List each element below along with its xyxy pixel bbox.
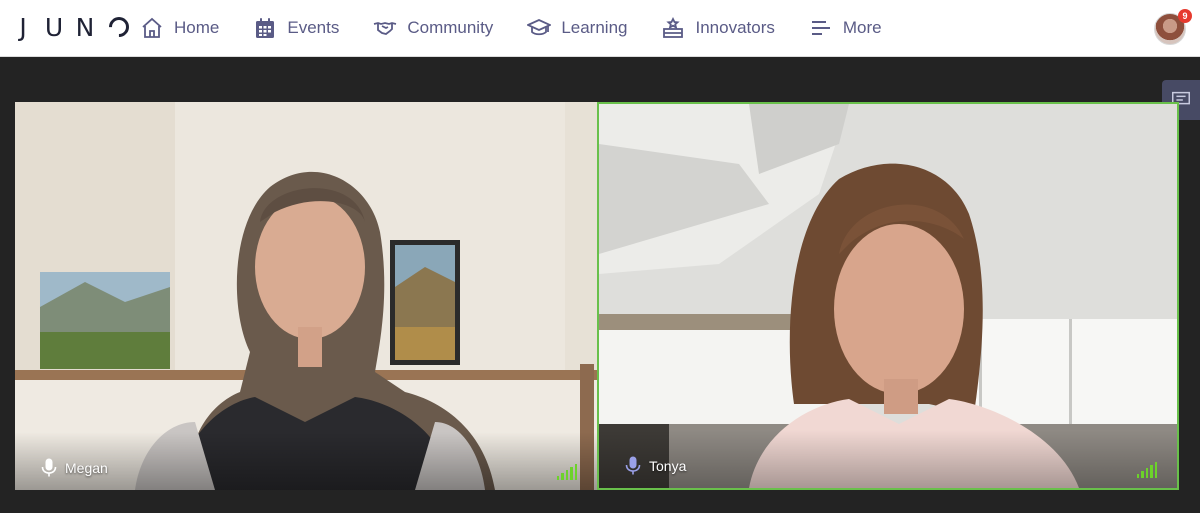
juno-logo[interactable]: J U N: [12, 12, 134, 42]
logo-letter-j: J: [19, 12, 27, 42]
nav-events[interactable]: Events: [253, 16, 339, 40]
participant-video-tonya: [599, 104, 1177, 488]
microphone-icon: [625, 456, 641, 475]
video-tile-tonya[interactable]: Tonya: [597, 102, 1179, 490]
signal-strength-icon: [1137, 462, 1158, 478]
microphone-icon: [41, 458, 57, 477]
participant-name: Tonya: [649, 458, 687, 474]
participant-label-megan: Megan: [41, 458, 108, 478]
participant-name: Megan: [65, 460, 108, 476]
landscape-painting-right: [390, 240, 460, 365]
nav-innovators-label: Innovators: [695, 18, 775, 37]
signal-strength-icon: [557, 464, 578, 480]
landscape-painting-left: [40, 272, 170, 369]
handshake-icon: [374, 22, 397, 35]
video-tile-megan[interactable]: Megan: [15, 102, 597, 490]
nav-learning[interactable]: Learning: [527, 16, 627, 40]
nav-more-label: More: [842, 18, 882, 37]
nav-more[interactable]: More: [809, 16, 882, 40]
nav-community-label: Community: [407, 18, 494, 37]
menu-lines-icon: [811, 21, 830, 35]
notification-badge: 9: [1178, 9, 1192, 23]
nav-events-label: Events: [287, 18, 340, 37]
home-icon: [142, 17, 162, 38]
nav-community[interactable]: Community: [373, 16, 493, 40]
logo-o-ring: [104, 12, 134, 42]
graduation-cap-icon: [527, 19, 552, 36]
user-menu[interactable]: 9: [1154, 9, 1192, 45]
main-nav: Home Events Community Learning Innovator…: [140, 0, 916, 56]
nav-innovators[interactable]: Innovators: [661, 16, 775, 40]
calendar-icon: [256, 18, 275, 38]
nav-learning-label: Learning: [561, 18, 628, 37]
logo-letter-u: U: [44, 12, 64, 42]
logo-letter-n: N: [75, 12, 95, 42]
podium-icon: [663, 16, 684, 38]
top-navigation-bar: J U N Home Events Community Learning Inn…: [0, 0, 1200, 57]
nav-home[interactable]: Home: [140, 16, 219, 40]
participant-video-megan: [15, 102, 597, 490]
participant-label-tonya: Tonya: [625, 456, 686, 476]
nav-home-label: Home: [174, 18, 220, 37]
